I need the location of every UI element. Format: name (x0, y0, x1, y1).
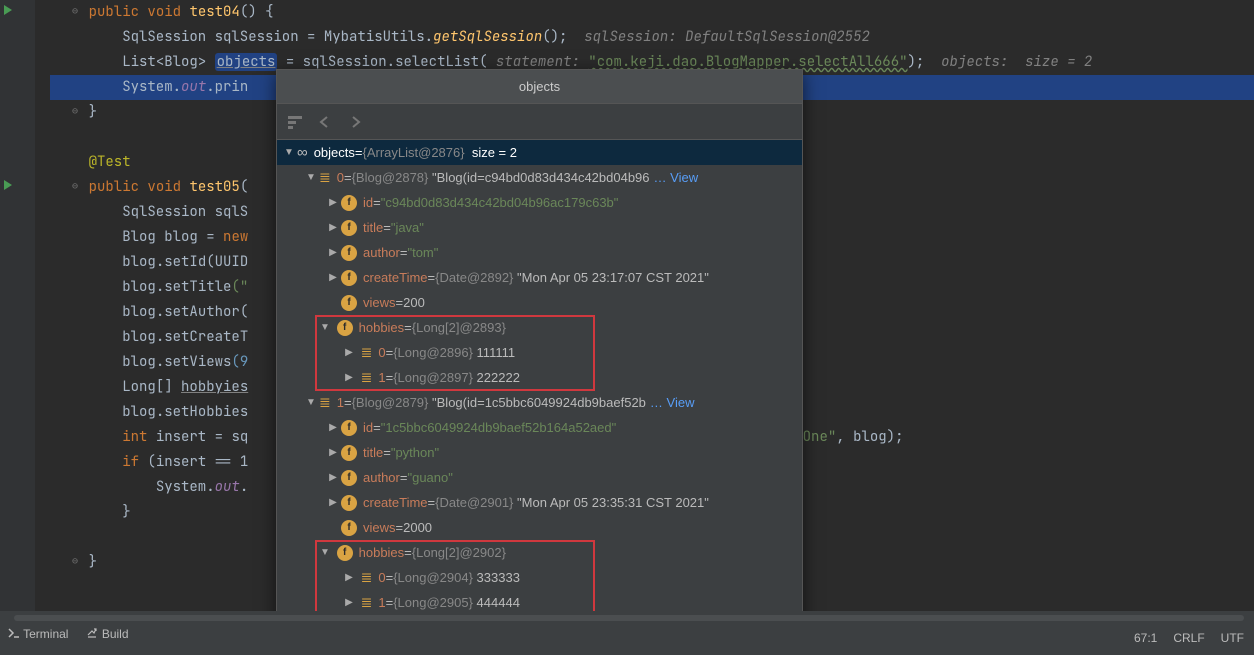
expand-icon[interactable]: ▼ (305, 397, 317, 408)
line-ending[interactable]: CRLF (1173, 631, 1204, 645)
tree-row[interactable]: fviews = 2000 (277, 515, 802, 540)
view-link[interactable]: … View (650, 395, 695, 410)
build-tab[interactable]: Build (86, 627, 128, 641)
field-icon: f (341, 470, 357, 486)
field-icon: f (341, 195, 357, 211)
expand-icon[interactable]: ▼ (305, 172, 317, 183)
field-icon: f (341, 220, 357, 236)
field-icon: f (341, 295, 357, 311)
tree-row[interactable]: ▶ ≣0 = {Long@2896} 111111 (277, 340, 802, 365)
back-icon[interactable] (317, 114, 333, 130)
tree-root[interactable]: ▼ ∞ objects = {ArrayList@2876} size = 2 (277, 140, 802, 165)
field-icon: f (341, 245, 357, 261)
tree-row[interactable]: ▶fid = "c94bd0d83d434c42bd04b96ac179c63b… (277, 190, 802, 215)
file-encoding[interactable]: UTF (1221, 631, 1244, 645)
fold-column: ⊖ ⊖ ⊖ ⊖ (35, 0, 50, 655)
tree-row[interactable]: ▶fcreateTime = {Date@2892} "Mon Apr 05 2… (277, 265, 802, 290)
tree-row[interactable]: ▶fid = "1c5bbc6049924db9baef52b164a52aed… (277, 415, 802, 440)
tree-row[interactable]: fviews = 200 (277, 290, 802, 315)
tree-row[interactable]: ▼ fhobbies = {Long[2]@2893} (277, 315, 802, 340)
field-icon: f (341, 520, 357, 536)
horizontal-scrollbar[interactable] (14, 615, 1244, 621)
filter-icon[interactable] (287, 114, 303, 130)
field-icon: f (341, 445, 357, 461)
tree-row[interactable]: ▶ ≣0 = {Long@2904} 333333 (277, 565, 802, 590)
tree-row[interactable]: ▼ ≣ 1 = {Blog@2879} "Blog(id=1c5bbc60499… (277, 390, 802, 415)
status-bar: Terminal Build 67:1 CRLF UTF (0, 611, 1254, 655)
element-icon: ≣ (319, 169, 331, 186)
tree-row[interactable]: ▶ftitle = "python" (277, 440, 802, 465)
tree-row[interactable]: ▶ ≣1 = {Long@2897} 222222 (277, 365, 802, 390)
element-icon: ≣ (361, 569, 373, 586)
expand-icon[interactable]: ▼ (283, 147, 295, 158)
forward-icon[interactable] (347, 114, 363, 130)
run-icon[interactable] (4, 180, 12, 190)
field-icon: f (337, 545, 353, 561)
field-icon: f (341, 495, 357, 511)
run-icon[interactable] (4, 5, 12, 15)
view-link[interactable]: … View (654, 170, 699, 185)
element-icon: ≣ (361, 344, 373, 361)
tree-row[interactable]: ▶ftitle = "java" (277, 215, 802, 240)
caret-position[interactable]: 67:1 (1134, 631, 1157, 645)
field-icon: f (337, 320, 353, 336)
element-icon: ≣ (319, 394, 331, 411)
editor-gutter (0, 0, 35, 655)
tree-row[interactable]: ▼ fhobbies = {Long[2]@2902} (277, 540, 802, 565)
element-icon: ≣ (361, 594, 373, 611)
tree-row[interactable]: ▶fcreateTime = {Date@2901} "Mon Apr 05 2… (277, 490, 802, 515)
element-icon: ≣ (361, 369, 373, 386)
popup-toolbar (277, 104, 802, 140)
variable-tree[interactable]: ▼ ∞ objects = {ArrayList@2876} size = 2 … (277, 140, 802, 615)
tree-row[interactable]: ▶fauthor = "guano" (277, 465, 802, 490)
terminal-tab[interactable]: Terminal (8, 627, 68, 641)
tree-row[interactable]: ▶fauthor = "tom" (277, 240, 802, 265)
field-icon: f (341, 420, 357, 436)
field-icon: f (341, 270, 357, 286)
object-icon: ∞ (297, 144, 308, 161)
tree-row[interactable]: ▼ ≣ 0 = {Blog@2878} "Blog(id=c94bd0d83d4… (277, 165, 802, 190)
debug-inspector-popup[interactable]: objects ▼ ∞ objects = {ArrayList@2876} s… (276, 69, 803, 624)
